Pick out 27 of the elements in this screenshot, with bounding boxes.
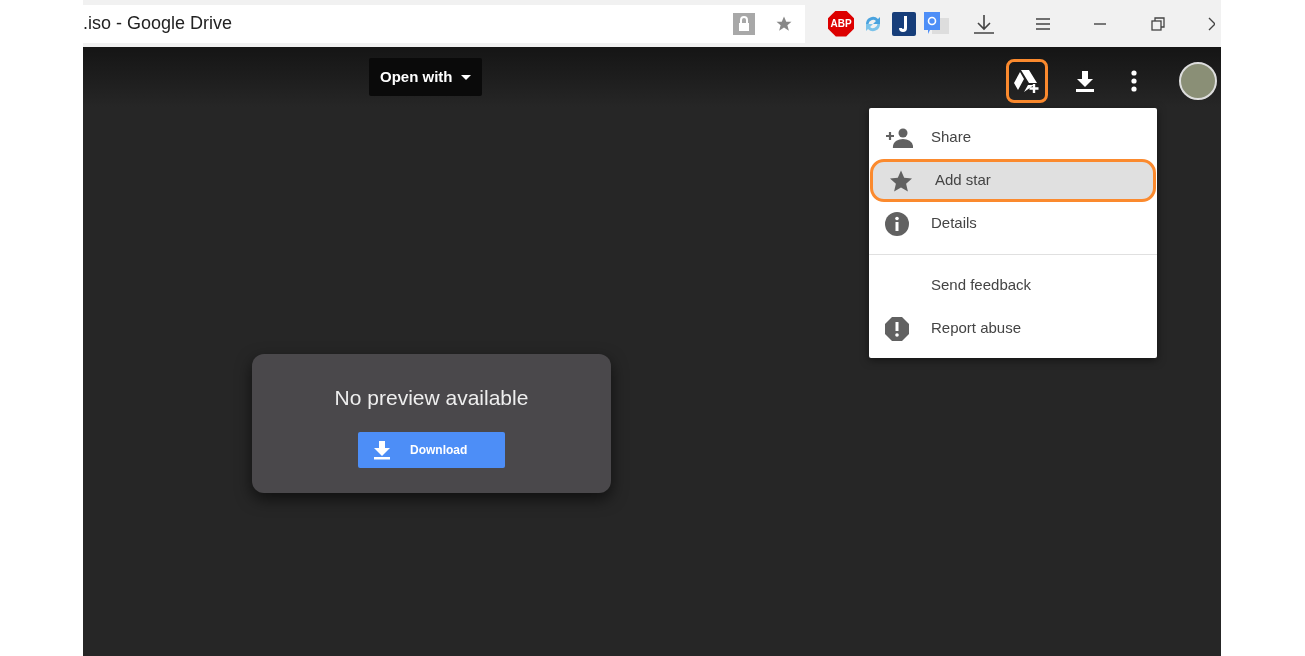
caret-icon [460, 74, 471, 80]
menu-item[interactable]: Report abuse [869, 307, 1157, 350]
more-options-icon[interactable] [1131, 70, 1137, 92]
add-to-drive-button[interactable] [1006, 59, 1048, 103]
drive-plus-icon [1013, 68, 1041, 94]
menu-icon[interactable] [1035, 16, 1051, 31]
page-title: .iso - Google Drive [83, 12, 233, 35]
close-icon[interactable] [1208, 16, 1215, 31]
adblock-extension-icon[interactable]: ABP [828, 10, 854, 37]
address-bar[interactable]: .iso - Google Drive [83, 4, 805, 43]
restore-icon[interactable] [1151, 16, 1165, 31]
avatar[interactable] [1179, 62, 1217, 100]
warning-octagon-icon [885, 316, 909, 341]
menu-item[interactable]: Add star [870, 159, 1156, 202]
bookmark-extension-icon[interactable] [892, 11, 916, 36]
open-with-button[interactable]: Open with [369, 58, 482, 96]
menu-item[interactable]: Details [869, 202, 1157, 245]
lock-icon [733, 12, 755, 35]
translate-extension-icon[interactable] [924, 11, 950, 36]
add-person-icon [885, 127, 913, 148]
download-icon[interactable] [973, 12, 995, 35]
menu-item[interactable]: Send feedback [869, 264, 1157, 307]
download-icon [373, 439, 391, 460]
info-icon [885, 211, 909, 236]
no-preview-message: No preview available [334, 385, 529, 411]
download-icon[interactable] [1075, 70, 1095, 92]
menu-item[interactable]: Share [869, 116, 1157, 159]
